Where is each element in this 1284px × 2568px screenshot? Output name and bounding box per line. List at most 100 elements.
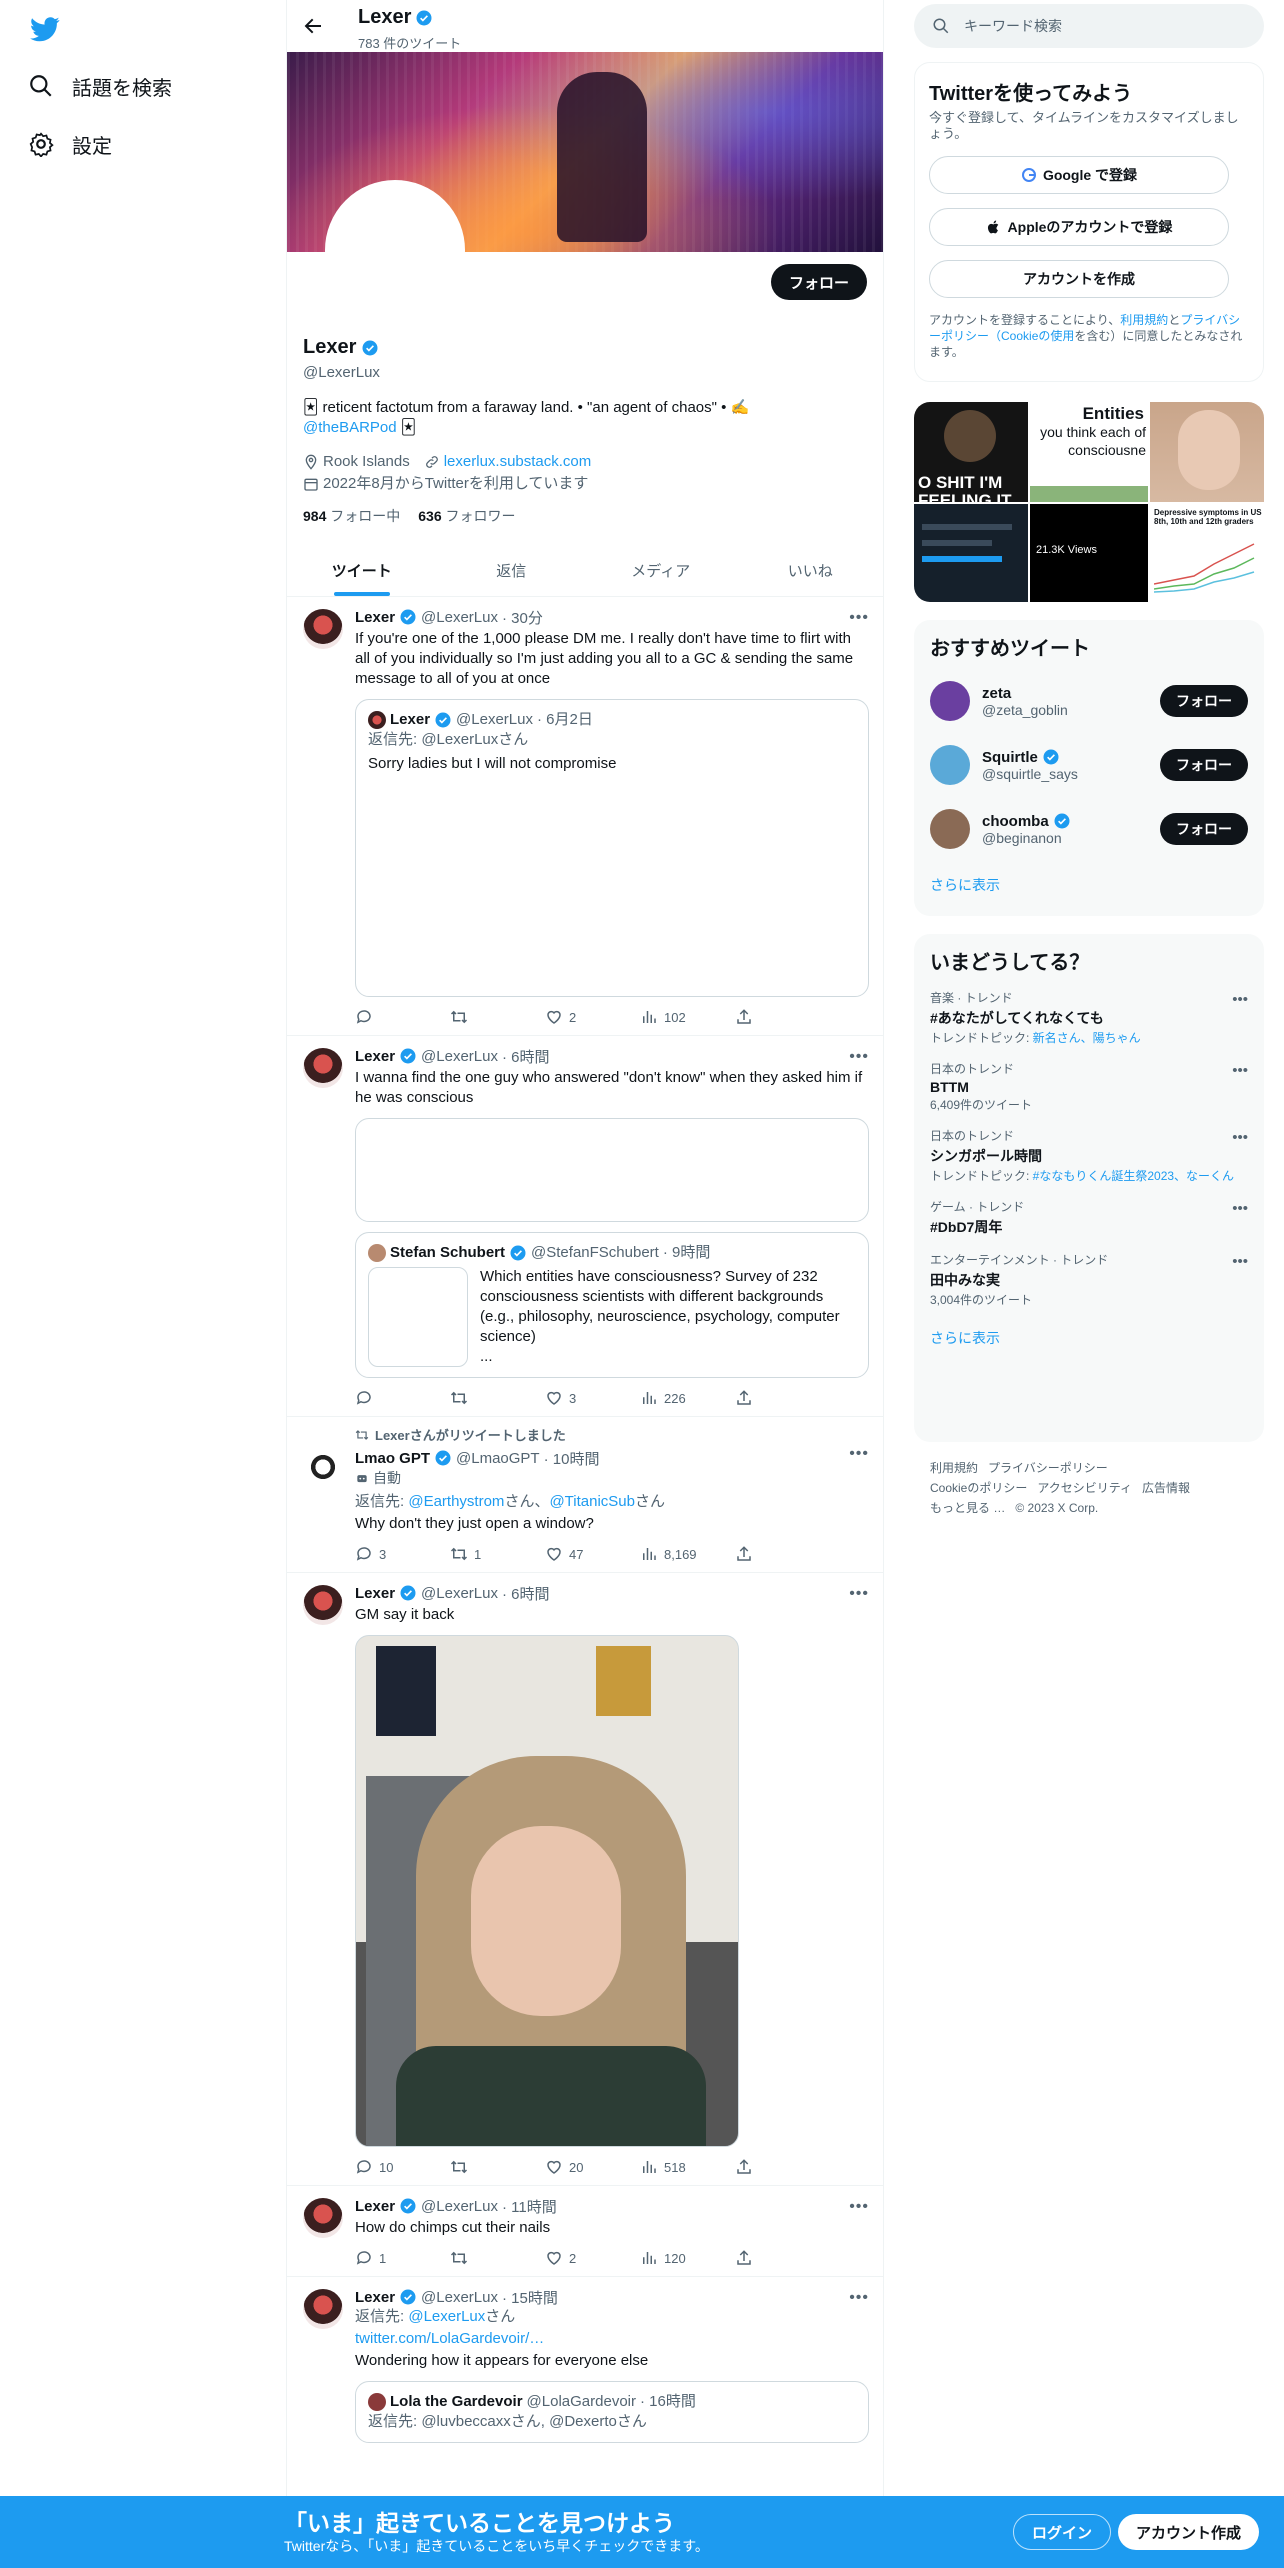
views-button[interactable]: 518 [640, 2158, 735, 2176]
tweet-time[interactable]: · 6時間 [502, 1046, 550, 1067]
media-thumb[interactable]: O SHIT I'M FEELING IT [914, 402, 1028, 502]
show-more-link[interactable]: さらに表示 [930, 875, 1248, 895]
tab-replies[interactable]: 返信 [437, 544, 587, 596]
footer-link[interactable]: アクセシビリティ [1037, 1481, 1132, 1495]
share-button[interactable] [735, 1008, 830, 1026]
like-button[interactable]: 3 [545, 1389, 640, 1407]
cookie-link[interactable]: （Cookieの使用 [989, 329, 1074, 343]
bio-mention-link[interactable]: @theBARPod [303, 419, 397, 436]
tab-likes[interactable]: いいね [736, 544, 884, 596]
more-options-icon[interactable]: ••• [1232, 1129, 1248, 1146]
footer-link[interactable]: もっと見る … [930, 1501, 1005, 1515]
trend-item[interactable]: エンターテインメント · トレンド 田中みな実 3,004件のツイート ••• [930, 1251, 1248, 1308]
views-button[interactable]: 102 [640, 1008, 735, 1026]
tweet-time[interactable]: · 6時間 [502, 1583, 550, 1604]
more-options-icon[interactable]: ••• [849, 1048, 869, 1066]
share-button[interactable] [735, 1545, 830, 1563]
like-button[interactable]: 20 [545, 2158, 640, 2176]
more-options-icon[interactable]: ••• [1232, 1253, 1248, 1270]
author-name[interactable]: Lexer [355, 609, 395, 626]
tweet[interactable]: ••• Lexer @LexerLux · 30分 If you're one … [287, 597, 883, 1036]
signup-button[interactable]: アカウント作成 [1118, 2514, 1260, 2550]
share-button[interactable] [735, 1389, 830, 1407]
tweet-time[interactable]: · 30分 [502, 607, 543, 628]
like-button[interactable]: 2 [545, 1008, 640, 1026]
quoted-tweet[interactable]: Stefan Schubert @StefanFSchubert · 9時間 W… [355, 1232, 869, 1378]
reco-user[interactable]: zeta @zeta_goblin フォロー [930, 677, 1248, 725]
more-options-icon[interactable]: ••• [849, 2198, 869, 2216]
verified-badge-icon[interactable] [361, 339, 379, 357]
reply-button[interactable]: 3 [355, 1545, 450, 1563]
back-arrow-icon[interactable] [301, 14, 325, 38]
retweeted-by[interactable]: Lexerさんがリツイートしました [375, 1425, 566, 1444]
reply-mention-link[interactable]: @TitanicSub [549, 1493, 635, 1510]
author-name[interactable]: Lexer [355, 1048, 395, 1065]
create-account-button[interactable]: アカウントを作成 [929, 260, 1229, 298]
media-thumb[interactable]: 21.3K Views [1030, 504, 1148, 602]
like-button[interactable]: 2 [545, 2249, 640, 2267]
author-name[interactable]: Lexer [355, 1585, 395, 1602]
avatar[interactable] [930, 745, 970, 785]
trend-topic-link[interactable]: 新名さん、陽ちゃん [1033, 1031, 1141, 1045]
tweet-time[interactable]: · 10時間 [544, 1448, 600, 1469]
views-button[interactable]: 8,169 [640, 1545, 735, 1563]
terms-link[interactable]: 利用規約 [1120, 313, 1168, 327]
quoted-tweet[interactable]: Lexer @LexerLux · 6月2日 返信先: @LexerLuxさん … [355, 699, 869, 997]
footer-link[interactable]: 広告情報 [1142, 1481, 1190, 1495]
avatar[interactable] [303, 609, 343, 649]
avatar[interactable] [303, 2289, 343, 2329]
reco-user[interactable]: Squirtle @squirtle_says フォロー [930, 741, 1248, 789]
login-button[interactable]: ログイン [1013, 2514, 1112, 2550]
trend-item[interactable]: ゲーム · トレンド #DbD7周年 ••• [930, 1198, 1248, 1237]
show-more-link[interactable]: さらに表示 [930, 1328, 1248, 1348]
footer-link[interactable]: 利用規約 [930, 1461, 978, 1475]
tweet[interactable]: ••• Lexer @LexerLux · 15時間 返信先: @LexerLu… [287, 2277, 883, 2451]
avatar[interactable] [303, 1585, 343, 1625]
media-thumb[interactable] [914, 504, 1028, 602]
tweet-time[interactable]: · 15時間 [502, 2287, 558, 2308]
reply-button[interactable] [355, 1389, 450, 1407]
trend-item[interactable]: 日本のトレンド BTTM 6,409件のツイート ••• [930, 1060, 1248, 1113]
reply-button[interactable]: 1 [355, 2249, 450, 2267]
avatar[interactable] [930, 681, 970, 721]
nav-settings[interactable]: 設定 [28, 124, 112, 164]
more-options-icon[interactable]: ••• [849, 609, 869, 627]
views-button[interactable]: 120 [640, 2249, 735, 2267]
more-options-icon[interactable]: ••• [1232, 1200, 1248, 1217]
following-stat[interactable]: 984 フォロー中 [303, 506, 400, 526]
reply-mention-link[interactable]: @Earthystrom [408, 1493, 504, 1510]
share-button[interactable] [735, 2249, 830, 2267]
media-thumb[interactable]: Entities you think each of consciousne [1030, 402, 1148, 502]
footer-link[interactable]: Cookieのポリシー [930, 1481, 1027, 1495]
more-options-icon[interactable]: ••• [849, 1585, 869, 1603]
tweet[interactable]: ••• Lexer @LexerLux · 6時間 I wanna find t… [287, 1036, 883, 1417]
tab-media[interactable]: メディア [586, 544, 736, 596]
tab-tweets[interactable]: ツイート [287, 544, 437, 596]
tweet-link[interactable]: twitter.com/LolaGardevoir/… [355, 2330, 544, 2347]
followers-stat[interactable]: 636 フォロワー [418, 506, 515, 526]
like-button[interactable]: 47 [545, 1545, 640, 1563]
retweet-button[interactable] [450, 2158, 545, 2176]
reply-button[interactable]: 10 [355, 2158, 450, 2176]
nav-explore[interactable]: 話題を検索 [28, 66, 172, 106]
retweet-button[interactable] [450, 2249, 545, 2267]
google-signup-button[interactable]: Google で登録 [929, 156, 1229, 194]
more-options-icon[interactable]: ••• [849, 1445, 869, 1463]
avatar[interactable] [303, 2198, 343, 2238]
trend-item[interactable]: 音楽 · トレンド #あなたがしてくれなくても トレンドトピック: 新名さん、陽… [930, 989, 1248, 1046]
trend-topic-link[interactable]: #ななもりくん誕生祭2023、なーくん [1033, 1169, 1234, 1183]
author-name[interactable]: Lexer [355, 2198, 395, 2215]
views-button[interactable]: 226 [640, 1389, 735, 1407]
more-options-icon[interactable]: ••• [849, 2289, 869, 2307]
more-options-icon[interactable]: ••• [1232, 1062, 1248, 1079]
retweet-button[interactable]: 1 [450, 1545, 545, 1563]
twitter-logo-icon[interactable] [28, 14, 62, 44]
search-box[interactable]: キーワード検索 [914, 4, 1264, 48]
quoted-tweet[interactable]: Lola the Gardevoir @LolaGardevoir · 16時間… [355, 2381, 869, 2443]
reply-button[interactable] [355, 1008, 450, 1026]
avatar[interactable] [303, 1449, 343, 1489]
retweet-button[interactable] [450, 1008, 545, 1026]
retweet-button[interactable] [450, 1389, 545, 1407]
follow-button[interactable]: フォロー [1160, 749, 1248, 781]
avatar[interactable] [930, 809, 970, 849]
